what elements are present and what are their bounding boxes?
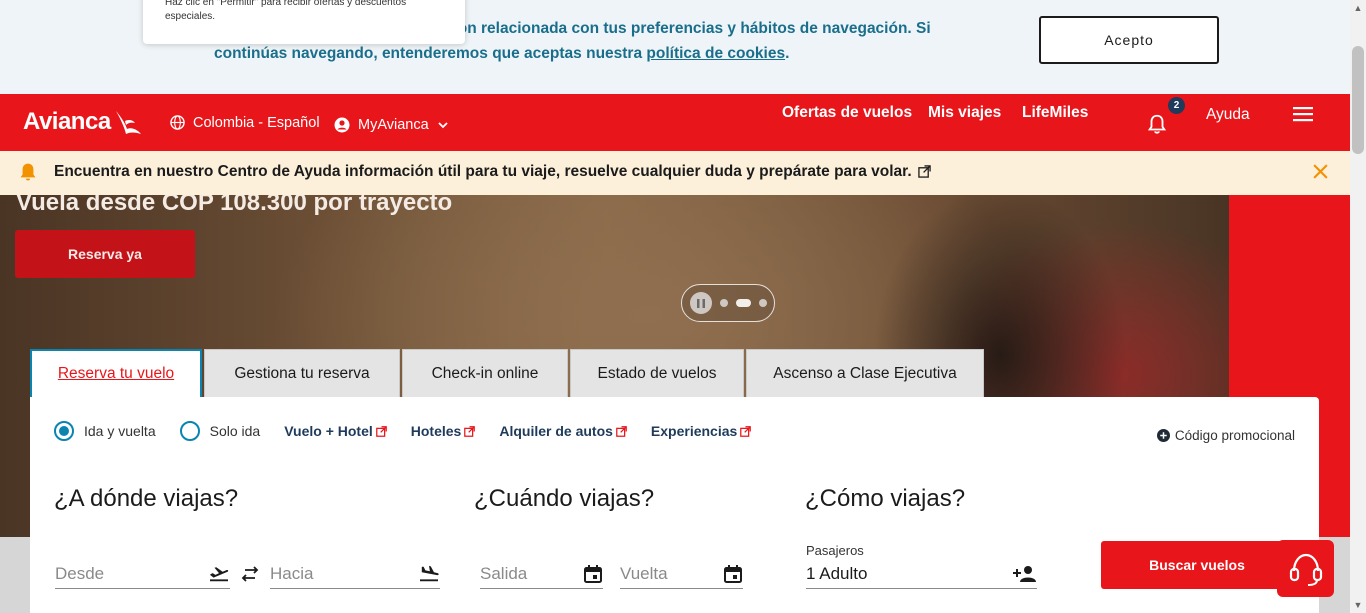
external-link-icon [616, 425, 627, 437]
calendar-icon [584, 564, 602, 583]
tab-checkin[interactable]: Check-in online [402, 349, 568, 397]
carousel-dot-active[interactable] [736, 299, 751, 307]
return-placeholder: Vuelta [620, 563, 668, 583]
tab-gestiona-reserva[interactable]: Gestiona tu reserva [204, 349, 400, 397]
cookie-banner: experiencia y brindarte información rela… [0, 0, 1350, 94]
where-title: ¿A dónde viajas? [54, 485, 239, 512]
nav-lifemiles[interactable]: LifeMiles [1022, 104, 1088, 122]
external-link-icon [740, 425, 752, 437]
origin-field[interactable]: Desde [55, 559, 230, 589]
pause-icon[interactable] [690, 292, 712, 314]
logo-text: Avianca [23, 108, 111, 135]
passengers-label: Pasajeros [806, 543, 864, 558]
passengers-field[interactable]: 1 Adulto [806, 559, 1037, 589]
alert-bell-icon [20, 163, 36, 181]
user-icon [334, 117, 350, 132]
how-title: ¿Cómo viajas? [805, 485, 966, 512]
search-flights-button[interactable]: Buscar vuelos [1101, 541, 1293, 589]
tab-ascenso-ejecutiva[interactable]: Ascenso a Clase Ejecutiva [746, 349, 984, 397]
globe-icon [170, 115, 185, 130]
chevron-down-icon [438, 121, 448, 128]
departure-placeholder: Salida [480, 563, 528, 583]
nav-mis-viajes[interactable]: Mis viajes [928, 104, 1001, 122]
reserva-ya-button[interactable]: Reserva ya [15, 230, 195, 278]
calendar-icon [724, 564, 742, 583]
tab-estado-vuelos[interactable]: Estado de vuelos [570, 349, 744, 397]
carousel-dot[interactable] [720, 299, 728, 307]
return-date-field[interactable]: Vuelta [620, 559, 743, 589]
scrollbar-thumb[interactable] [1352, 46, 1364, 154]
trip-options: Ida y vuelta Solo ida Vuelo + Hotel Hote… [54, 421, 775, 441]
ida-vuelta-label: Ida y vuelta [84, 423, 156, 439]
bird-icon [115, 111, 141, 134]
booking-tabs: Reserva tu vuelo Gestiona tu reserva Che… [30, 349, 984, 397]
origin-placeholder: Desde [55, 563, 105, 583]
carousel-dot[interactable] [759, 299, 767, 307]
main-header: Avianca Colombia - Español MyAvianca Ofe… [0, 94, 1350, 151]
vuelo-hotel-link[interactable]: Vuelo + Hotel [284, 423, 387, 439]
close-icon[interactable] [1312, 163, 1329, 180]
chat-support-button[interactable] [1277, 540, 1334, 597]
external-link-icon [375, 425, 387, 437]
locale-label: Colombia - Español [193, 114, 320, 131]
carousel-controls [681, 284, 775, 322]
landing-icon [420, 565, 439, 581]
help-center-link[interactable]: Encuentra en nuestro Centro de Ayuda inf… [54, 163, 931, 181]
push-permission-popup: Haz clic en "Permitir" para recibir ofer… [143, 0, 465, 44]
notification-badge: 2 [1168, 97, 1185, 114]
destination-field[interactable]: Hacia [270, 559, 440, 589]
tab-reserva-vuelo[interactable]: Reserva tu vuelo [30, 349, 202, 397]
nav-ofertas[interactable]: Ofertas de vuelos [782, 104, 912, 122]
accept-cookies-button[interactable]: Acepto [1039, 16, 1219, 64]
booking-card: Ida y vuelta Solo ida Vuelo + Hotel Hote… [30, 397, 1319, 613]
hero-title: Vuela desde COP 108.300 por trayecto [16, 195, 453, 216]
swap-icon[interactable] [240, 566, 260, 582]
cookie-policy-link[interactable]: política de cookies [646, 45, 785, 62]
passengers-value: 1 Adulto [806, 563, 868, 583]
headset-icon [1289, 553, 1322, 586]
external-link-icon [464, 425, 476, 437]
scroll-up-arrow[interactable]: ▲ [1353, 3, 1363, 13]
locale-selector[interactable]: Colombia - Español [170, 94, 320, 151]
solo-ida-label: Solo ida [209, 423, 261, 439]
scroll-down-arrow[interactable]: ▼ [1353, 600, 1363, 610]
help-link[interactable]: Ayuda [1206, 106, 1250, 124]
myavianca-menu[interactable]: MyAvianca [334, 96, 457, 153]
promo-code-toggle[interactable]: Código promocional [1156, 428, 1295, 443]
experiencias-link[interactable]: Experiencias [651, 423, 752, 439]
departure-date-field[interactable]: Salida [480, 559, 603, 589]
hamburger-menu-icon[interactable] [1293, 106, 1313, 122]
alquiler-autos-link[interactable]: Alquiler de autos [499, 423, 627, 439]
radio-solo-ida[interactable] [179, 421, 200, 441]
bell-icon[interactable] [1146, 113, 1168, 135]
hoteles-link[interactable]: Hoteles [411, 423, 476, 439]
promo-code-label: Código promocional [1174, 428, 1295, 443]
myavianca-label: MyAvianca [358, 116, 429, 133]
add-person-icon [1013, 565, 1036, 582]
avianca-logo[interactable]: Avianca [23, 106, 143, 138]
help-center-banner: Encuentra en nuestro Centro de Ayuda inf… [0, 151, 1350, 195]
radio-ida-vuelta[interactable] [54, 421, 74, 441]
destination-placeholder: Hacia [270, 563, 314, 583]
plus-circle-icon [1156, 429, 1170, 442]
takeoff-icon [210, 566, 229, 581]
when-title: ¿Cuándo viajas? [474, 485, 655, 512]
external-link-icon [917, 165, 931, 178]
